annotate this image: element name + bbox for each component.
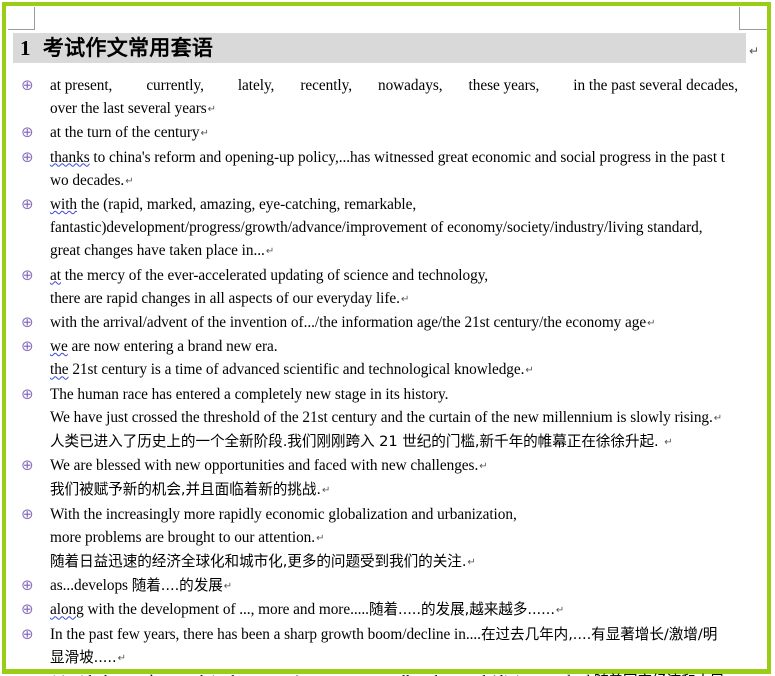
spellcheck-word: along xyxy=(50,601,84,619)
list-item-lines: 14,with the steady growth in the country… xyxy=(50,670,769,676)
list-item: ⊕ at the mercy of the ever-accelerated u… xyxy=(0,264,775,311)
list-item-lines: We are blessed with new opportunities an… xyxy=(50,454,769,502)
list-item-lines: with the arrival/advent of the invention… xyxy=(50,311,769,335)
list-item-lines: we are now entering a brand new era. the… xyxy=(50,335,769,382)
list-item-lines: With the increasingly more rapidly econo… xyxy=(50,503,769,575)
text-line: as...develops 随着....的发展↵ xyxy=(50,577,233,595)
list-item: ⊕ In the past few years, there has been … xyxy=(0,623,775,670)
list-item-lines: as...develops 随着....的发展↵ xyxy=(50,574,769,598)
bullet-icon: ⊕ xyxy=(21,337,34,356)
bullet-icon: ⊕ xyxy=(21,76,34,94)
bullet-icon: ⊕ xyxy=(21,456,34,475)
list-item-lines: at the mercy of the ever-accelerated upd… xyxy=(50,264,769,311)
bullet-icon: ⊕ xyxy=(21,123,34,142)
spellcheck-word: with xyxy=(50,196,77,214)
text-line: thanks to china's reform and opening-up … xyxy=(50,148,726,166)
spellcheck-word: we xyxy=(50,338,68,356)
phrase-list: ⊕ at present, currently, lately, recently, n… xyxy=(0,74,775,676)
text-line-chinese: 人类已进入了历史上的一个全新阶段.我们刚刚跨入 21 世纪的门槛,新千年的帷幕正… xyxy=(50,433,673,451)
text-line: We have just crossed the threshold of th… xyxy=(50,408,723,426)
bullet-icon: ⊕ xyxy=(21,265,34,284)
text-line: at the turn of the century↵ xyxy=(50,124,209,142)
text-line: wo decades.↵ xyxy=(50,171,134,189)
list-item: ⊕ with the (rapid, marked, amazing, eye-… xyxy=(0,193,775,264)
spellcheck-word: at xyxy=(50,266,61,284)
list-item-lines: The human race has entered a completely … xyxy=(50,383,769,455)
list-item: ⊕ at the turn of the century↵ xyxy=(0,121,775,145)
list-item-lines: at the turn of the century↵ xyxy=(50,121,769,145)
list-item: ⊕ at present, currently, lately, recently, n… xyxy=(0,74,775,121)
bullet-icon: ⊕ xyxy=(21,600,34,619)
list-item-lines: at present, currently, lately, recently, now… xyxy=(50,74,769,121)
bullet-icon: ⊕ xyxy=(21,670,39,676)
text-line: With the increasingly more rapidly econo… xyxy=(50,505,517,523)
text-line: 显滑坡.....↵ xyxy=(50,648,126,666)
heading-title: 考试作文常用套语 xyxy=(42,36,214,60)
bullet-icon: ⊕ xyxy=(21,576,34,595)
list-item: ⊕ We are blessed with new opportunities … xyxy=(0,454,775,502)
text-line: with the arrival/advent of the invention… xyxy=(50,314,656,332)
list-item-lines: along with the development of ..., more … xyxy=(50,598,769,622)
text-line-chinese: 我们被赋予新的机会,并且面临着新的挑战.↵ xyxy=(50,481,331,499)
text-line: 14,with the steady growth in the country… xyxy=(50,670,769,676)
text-line: we are now entering a brand new era. xyxy=(50,338,278,356)
text-line: We are blessed with new opportunities an… xyxy=(50,457,488,475)
list-item: ⊕ we are now entering a brand new era. t… xyxy=(0,335,775,382)
list-item: ⊕ The human race has entered a completel… xyxy=(0,383,775,455)
text-line: The human race has entered a completely … xyxy=(50,385,449,403)
spellcheck-word: the xyxy=(50,361,69,379)
document-page: 1 考试作文常用套语 ↵ ⊕ at present, currently, latel… xyxy=(0,0,775,676)
page-title: 1 考试作文常用套语 xyxy=(20,35,213,62)
heading-paragraph-mark: ↵ xyxy=(749,44,760,58)
bullet-icon: ⊕ xyxy=(21,195,34,214)
bullet-icon: ⊕ xyxy=(21,147,34,166)
document-content: 1 考试作文常用套语 ↵ ⊕ at present, currently, latel… xyxy=(0,0,775,676)
list-item-lines: In the past few years, there has been a … xyxy=(50,623,769,670)
text-line: over the last several years↵ xyxy=(50,100,216,118)
list-item: ⊕ 14,with the steady growth in the count… xyxy=(0,670,775,676)
text-line: at the mercy of the ever-accelerated upd… xyxy=(50,266,489,284)
text-line: fantastic)development/progress/growth/ad… xyxy=(50,219,703,237)
text-line: the 21st century is a time of advanced s… xyxy=(50,361,534,379)
bullet-icon: ⊕ xyxy=(21,313,34,332)
list-item-lines: with the (rapid, marked, amazing, eye-ca… xyxy=(50,193,769,264)
text-line: with the (rapid, marked, amazing, eye-ca… xyxy=(50,196,417,214)
text-line: great changes have taken place in...↵ xyxy=(50,242,275,260)
list-item-lines: thanks to china's reform and opening-up … xyxy=(50,146,769,193)
list-item: ⊕ With the increasingly more rapidly eco… xyxy=(0,503,775,575)
list-item: ⊕ thanks to china's reform and opening-u… xyxy=(0,146,775,193)
bullet-icon: ⊕ xyxy=(21,504,34,523)
bullet-icon: ⊕ xyxy=(21,384,34,403)
heading-number: 1 xyxy=(20,36,31,60)
text-line: more problems are brought to our attenti… xyxy=(50,528,325,546)
text-line: there are rapid changes in all aspects o… xyxy=(50,289,410,307)
text-line: at present, currently, lately, recently, now… xyxy=(50,77,738,94)
heading-bar: 1 考试作文常用套语 xyxy=(13,33,746,63)
bullet-icon: ⊕ xyxy=(21,624,34,643)
list-item: ⊕ along with the development of ..., mor… xyxy=(0,598,775,622)
text-line: along with the development of ..., more … xyxy=(50,601,565,619)
list-item: ⊕ with the arrival/advent of the inventi… xyxy=(0,311,775,335)
text-line-chinese: 随着日益迅速的经济全球化和城市化,更多的问题受到我们的关注.↵ xyxy=(50,553,476,571)
list-item: ⊕ as...develops 随着....的发展↵ xyxy=(0,574,775,598)
spellcheck-word: thanks xyxy=(50,148,90,166)
text-line: In the past few years, there has been a … xyxy=(50,625,718,643)
